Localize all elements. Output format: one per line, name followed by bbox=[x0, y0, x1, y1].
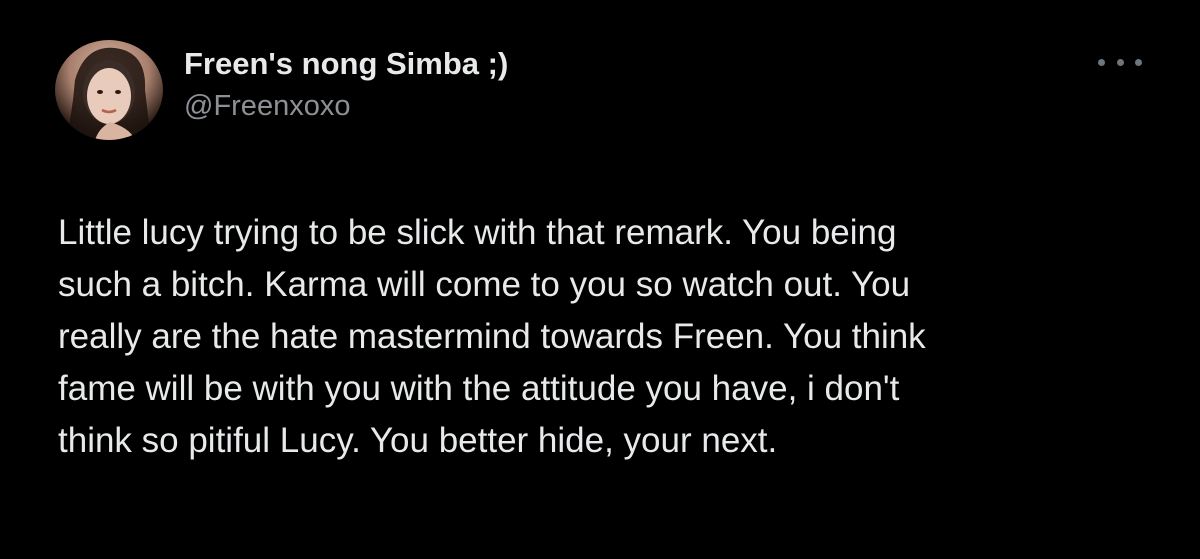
avatar[interactable] bbox=[55, 40, 163, 140]
tweet-card: Freen's nong Simba ;) @Freenxoxo Little … bbox=[0, 0, 1200, 559]
tweet-line: Little lucy trying to be slick with that… bbox=[58, 213, 897, 252]
tweet-line: think so pitiful Lucy. You better hide, … bbox=[58, 421, 778, 460]
tweet-line: really are the hate mastermind towards F… bbox=[58, 317, 926, 356]
user-handle[interactable]: @Freenxoxo bbox=[184, 90, 350, 123]
tweet-line: fame will be with you with the attitude … bbox=[58, 369, 900, 408]
tweet-text: Little lucy trying to be slick with that… bbox=[58, 207, 1138, 467]
profile-photo-icon bbox=[67, 47, 151, 140]
tweet-line: such a bitch. Karma will come to you so … bbox=[58, 265, 911, 304]
dot bbox=[1135, 58, 1142, 66]
more-options-icon[interactable] bbox=[1098, 52, 1142, 72]
dot bbox=[1098, 58, 1105, 66]
display-name[interactable]: Freen's nong Simba ;) bbox=[184, 46, 508, 82]
dot bbox=[1116, 58, 1124, 66]
